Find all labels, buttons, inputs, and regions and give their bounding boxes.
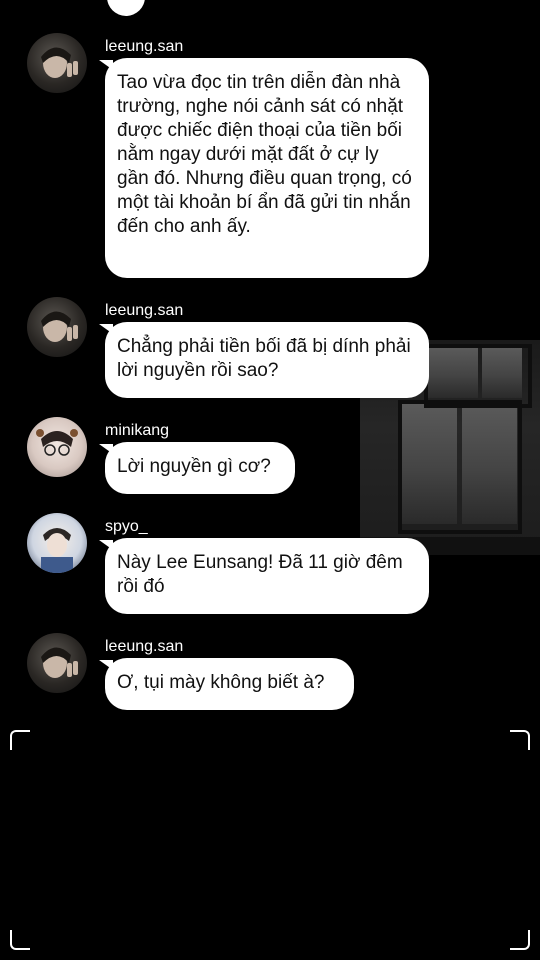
message-bubble: Tao vừa đọc tin trên diễn đàn nhà trường…	[105, 58, 429, 278]
corner-bracket-bottom-right	[510, 930, 530, 950]
boy-overalls-avatar[interactable]	[27, 513, 87, 573]
previous-avatar	[107, 0, 145, 16]
message-bubble: Lời nguyền gì cơ?	[105, 442, 295, 494]
username[interactable]: leeung.san	[105, 302, 183, 320]
corner-bracket-top-left	[10, 730, 30, 750]
boy-peace-sign-avatar[interactable]	[27, 33, 87, 93]
username[interactable]: leeung.san	[105, 38, 183, 56]
boy-glasses-filter-avatar[interactable]	[27, 417, 87, 477]
corner-bracket-top-right	[510, 730, 530, 750]
message-bubble: Chẳng phải tiền bối đã bị dính phải lời …	[105, 322, 429, 398]
username[interactable]: spyo_	[105, 518, 148, 536]
message-bubble: Này Lee Eunsang! Đã 11 giờ đêm rồi đó	[105, 538, 429, 614]
message-bubble: Ơ, tụi mày không biết à?	[105, 658, 354, 710]
corner-bracket-bottom-left	[10, 930, 30, 950]
boy-peace-sign-avatar[interactable]	[27, 297, 87, 357]
boy-peace-sign-avatar[interactable]	[27, 633, 87, 693]
username[interactable]: minikang	[105, 422, 169, 440]
username[interactable]: leeung.san	[105, 638, 183, 656]
